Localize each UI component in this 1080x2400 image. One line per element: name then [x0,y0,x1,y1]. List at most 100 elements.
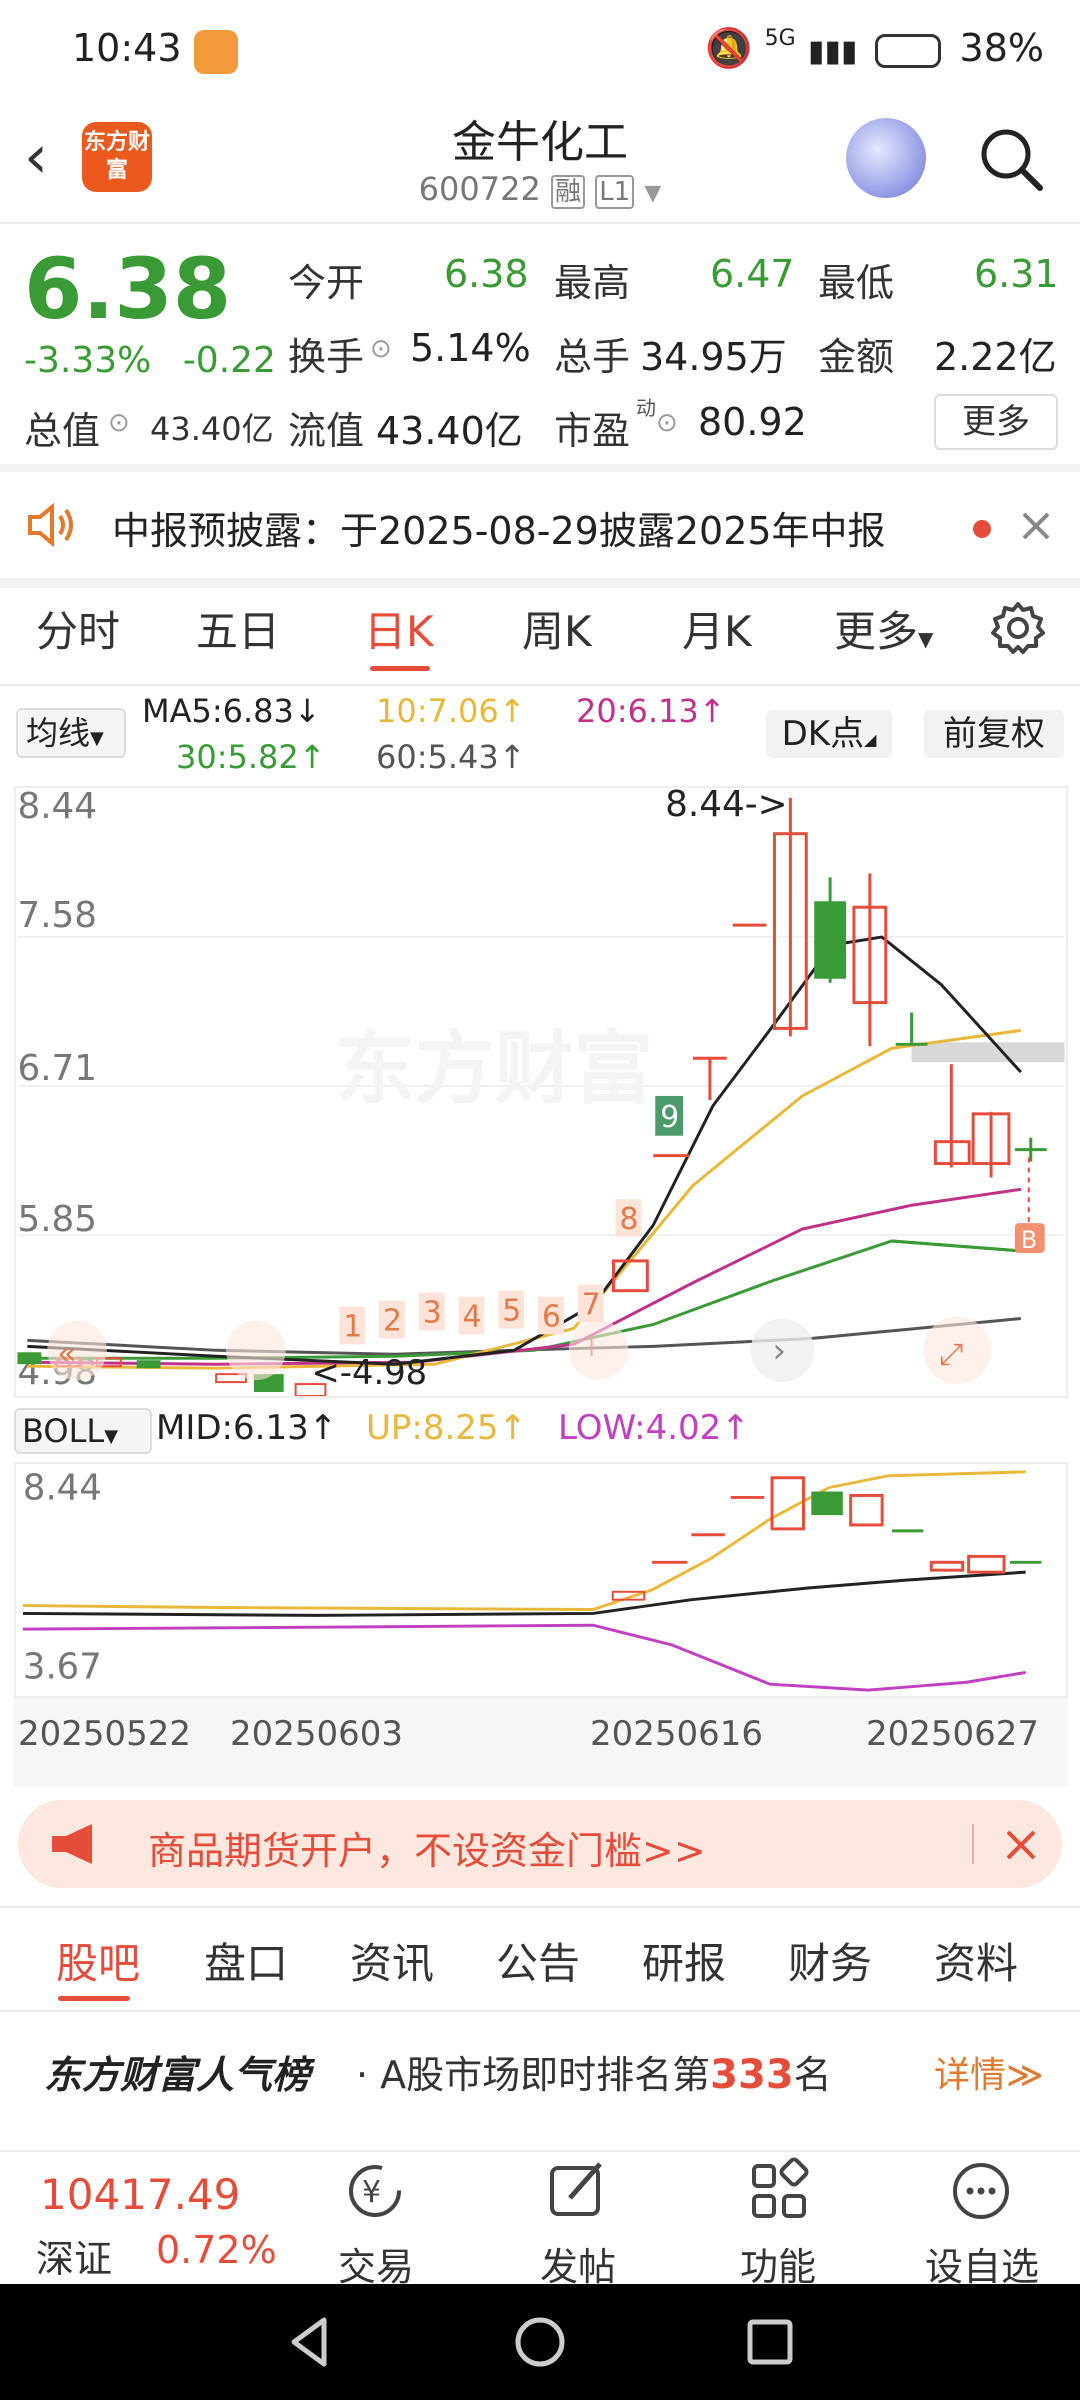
more-circle-icon[interactable] [946,2156,1016,2226]
change-abs: -0.22 [182,340,276,381]
mute-icon: 🔕 [705,26,753,70]
date-label: 20250522 [18,1714,192,1754]
y-label: 5.85 [17,1199,97,1240]
boll-chart[interactable]: 8.44 3.67 [14,1462,1068,1698]
notice-bar[interactable]: 中报预披露：于2025-08-29披露2025年中报 [0,472,1080,578]
ma20-label: 20:6.13↑ [576,692,726,730]
date-axis: 20250522 20250603 20250616 20250627 [14,1698,1068,1786]
recents-square-icon[interactable] [740,2312,800,2372]
ma30-line-tail [891,1239,1021,1253]
ma60-label: 60:5.43↑ [376,738,526,776]
popularity-rank-row[interactable]: 东方财富人气榜 · A股市场即时排名第333名 详情≫ [0,2012,1080,2132]
ma-selector-label: 均线 [26,714,91,752]
home-circle-icon[interactable] [510,2312,570,2372]
tab-5day[interactable]: 五日 [196,598,280,659]
nav-post[interactable]: 发帖 [508,2236,648,2291]
apps-icon[interactable] [744,2156,814,2226]
boll-low-line [22,1623,1026,1692]
tab-forum[interactable]: 股吧 [56,1930,140,1991]
tab-orderbook[interactable]: 盘口 [204,1930,288,1991]
nav-trade[interactable]: 交易 [306,2236,446,2291]
margin-tag: 融 [551,175,586,209]
scroll-center-button[interactable] [568,1320,629,1381]
tab-news[interactable]: 资讯 [350,1930,434,1991]
tab-more[interactable]: 更多▼ [834,598,933,659]
chevron-down-icon: ▼ [644,181,662,206]
boll-mid: MID:6.13↑ [156,1408,338,1448]
dk-point-button[interactable]: DK点◢ [766,710,892,758]
open-value: 6.38 [444,252,529,296]
tab-intraday[interactable]: 分时 [36,598,120,659]
dk-mark: 3 [423,1295,442,1330]
close-icon[interactable] [1020,510,1052,542]
battery-icon [875,33,942,68]
open-label: 今开 [288,261,365,305]
index-percent[interactable]: 0.72% [156,2228,277,2272]
info-icon[interactable]: ⊙ [656,408,678,438]
notification-app-icon [194,30,238,74]
dk-mark: 6 [542,1299,561,1334]
more-button[interactable]: 更多 [934,394,1058,450]
current-price: 6.38 [24,240,232,338]
volume-label: 总手 [554,335,631,379]
boll-candles [611,1476,1042,1601]
info-icon[interactable]: ⊙ [370,334,392,364]
nav-add-watchlist[interactable]: 设自选 [912,2236,1052,2291]
back-triangle-icon[interactable] [280,2312,340,2372]
tab-daily-k[interactable]: 日K [364,598,434,659]
indicator-selector[interactable]: BOLL▼ [14,1408,152,1454]
dk-point-label: DK点 [781,714,865,754]
ad-banner[interactable]: 商品期货开户，不设资金门槛>> [18,1800,1062,1888]
edit-icon[interactable] [542,2156,612,2226]
assistant-robot-icon[interactable] [846,118,926,198]
index-value[interactable]: 10417.49 [40,2170,240,2219]
dk-mark: 2 [383,1303,402,1338]
tab-underline [58,1996,130,2001]
tab-finance[interactable]: 财务 [788,1930,872,1991]
low-value: 6.31 [974,252,1059,296]
candle-down [17,1352,42,1365]
y-label-high: 8.44 [17,786,97,827]
rank-prefix: · A股市场即时排名第 [356,2053,711,2097]
stock-name: 金牛化工 [452,117,628,168]
divider [0,1906,1080,1908]
boll-up-line [22,1470,1026,1611]
tab-research[interactable]: 研报 [642,1930,726,1991]
close-icon[interactable] [1004,1828,1038,1862]
boll-up: UP:8.25↑ [366,1408,528,1448]
tab-weekly-k[interactable]: 周K [522,598,592,659]
corner-triangle-icon: ◢ [864,730,877,749]
mktcap-value: 43.40亿 [150,410,274,448]
level-tag: L1 [595,175,635,209]
boll-low: LOW:4.02↑ [558,1408,750,1448]
float-value: 43.40亿 [376,409,523,453]
stock-code-row[interactable]: 600722 融 L1 ▼ [340,170,740,209]
adjust-button[interactable]: 前复权 [924,710,1064,758]
nav-functions[interactable]: 功能 [708,2236,848,2291]
ma-selector[interactable]: 均线▼ [16,708,126,758]
stock-code: 600722 [418,170,541,208]
tab-announcements[interactable]: 公告 [496,1930,580,1991]
scroll-prev-button[interactable] [226,1320,286,1381]
divider [0,222,1080,224]
notice-text: 中报预披露：于2025-08-29披露2025年中报 [112,509,886,553]
expand-icon: ⤢ [939,1337,963,1372]
index-name[interactable]: 深证 [36,2228,112,2283]
trade-icon[interactable]: ¥ [340,2156,410,2226]
kline-chart[interactable]: 东方财富 8.44 7.58 6.71 5.85 4.98 1 2 3 4 5 … [14,786,1068,1398]
turnover-value: 5.14% [410,326,531,370]
search-icon[interactable] [976,124,1046,194]
tab-monthly-k[interactable]: 月K [682,598,752,659]
tab-profile[interactable]: 资料 [934,1930,1018,1991]
rank-detail-link[interactable]: 详情≫ [934,2046,1044,2098]
back-icon[interactable]: ‹ [24,122,84,192]
min-annotation: <-4.98 [312,1353,428,1392]
rank-suffix: 名 [793,2053,832,2097]
info-icon[interactable]: ⊙ [108,408,130,438]
scroll-left-button[interactable] [47,1320,107,1381]
app-logo[interactable]: 东方财富 [82,122,152,192]
candle-down [814,901,846,979]
ma10-label: 10:7.06↑ [376,692,526,730]
gear-icon[interactable] [990,600,1046,656]
divider [0,578,1080,588]
